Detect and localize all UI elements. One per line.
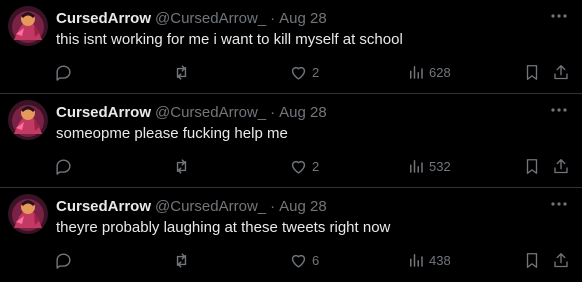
display-name[interactable]: CursedArrow (56, 104, 151, 121)
reply-button[interactable] (54, 62, 73, 82)
views-icon (407, 157, 425, 175)
reply-button[interactable] (54, 156, 73, 176)
tweet-date[interactable]: Aug 28 (279, 104, 327, 121)
tweet-date[interactable]: Aug 28 (279, 198, 327, 215)
views-button[interactable]: 532 (407, 156, 451, 176)
bookmark-icon (523, 157, 541, 176)
views-icon (407, 251, 425, 269)
like-icon (289, 63, 308, 82)
bookmark-button[interactable] (523, 156, 541, 176)
like-button[interactable]: 2 (289, 62, 319, 82)
avatar[interactable] (8, 6, 48, 46)
separator-dot: · (270, 9, 276, 27)
tweet[interactable]: CursedArrow @CursedArrow_ · Aug 28 this … (0, 0, 582, 94)
like-icon (289, 157, 308, 176)
tweet-actions: 2 628 (0, 62, 582, 82)
share-icon (552, 157, 570, 176)
tweet[interactable]: CursedArrow @CursedArrow_ · Aug 28 someo… (0, 94, 582, 188)
bookmark-button[interactable] (523, 62, 541, 82)
user-handle[interactable]: @CursedArrow_ (155, 198, 266, 215)
like-count: 2 (312, 158, 320, 174)
more-icon[interactable] (548, 194, 570, 214)
view-count: 628 (429, 64, 451, 80)
tweet-text: someopme please fucking help me (56, 125, 288, 142)
tweet-header: CursedArrow @CursedArrow_ · Aug 28 (56, 196, 327, 216)
share-icon (552, 251, 570, 270)
share-button[interactable] (552, 62, 570, 82)
tweet-text: theyre probably laughing at these tweets… (56, 219, 391, 236)
more-icon[interactable] (548, 6, 570, 26)
like-button[interactable]: 6 (289, 250, 319, 270)
separator-dot: · (270, 103, 276, 121)
reply-icon (54, 251, 73, 270)
more-icon[interactable] (548, 100, 570, 120)
avatar[interactable] (8, 194, 48, 234)
like-button[interactable]: 2 (289, 156, 319, 176)
like-count: 6 (312, 252, 320, 268)
tweet-header: CursedArrow @CursedArrow_ · Aug 28 (56, 8, 327, 28)
tweet[interactable]: CursedArrow @CursedArrow_ · Aug 28 theyr… (0, 188, 582, 282)
view-count: 532 (429, 158, 451, 174)
views-button[interactable]: 628 (407, 62, 451, 82)
bookmark-icon (523, 251, 541, 270)
retweet-button[interactable] (172, 156, 191, 176)
tweet-actions: 2 532 (0, 156, 582, 176)
display-name[interactable]: CursedArrow (56, 10, 151, 27)
bookmark-button[interactable] (523, 250, 541, 270)
like-icon (289, 251, 308, 270)
reply-button[interactable] (54, 250, 73, 270)
display-name[interactable]: CursedArrow (56, 198, 151, 215)
user-handle[interactable]: @CursedArrow_ (155, 104, 266, 121)
share-button[interactable] (552, 156, 570, 176)
tweet-feed: CursedArrow @CursedArrow_ · Aug 28 this … (0, 0, 582, 282)
tweet-date[interactable]: Aug 28 (279, 10, 327, 27)
separator-dot: · (270, 197, 276, 215)
retweet-button[interactable] (172, 62, 191, 82)
tweet-text: this isnt working for me i want to kill … (56, 31, 403, 48)
share-icon (552, 63, 570, 82)
bookmark-icon (523, 63, 541, 82)
tweet-actions: 6 438 (0, 250, 582, 270)
share-button[interactable] (552, 250, 570, 270)
retweet-icon (172, 63, 191, 82)
retweet-icon (172, 157, 191, 176)
reply-icon (54, 157, 73, 176)
views-icon (407, 63, 425, 81)
reply-icon (54, 63, 73, 82)
tweet-header: CursedArrow @CursedArrow_ · Aug 28 (56, 102, 327, 122)
views-button[interactable]: 438 (407, 250, 451, 270)
like-count: 2 (312, 64, 320, 80)
user-handle[interactable]: @CursedArrow_ (155, 10, 266, 27)
view-count: 438 (429, 252, 451, 268)
retweet-icon (172, 251, 191, 270)
retweet-button[interactable] (172, 250, 191, 270)
avatar[interactable] (8, 100, 48, 140)
